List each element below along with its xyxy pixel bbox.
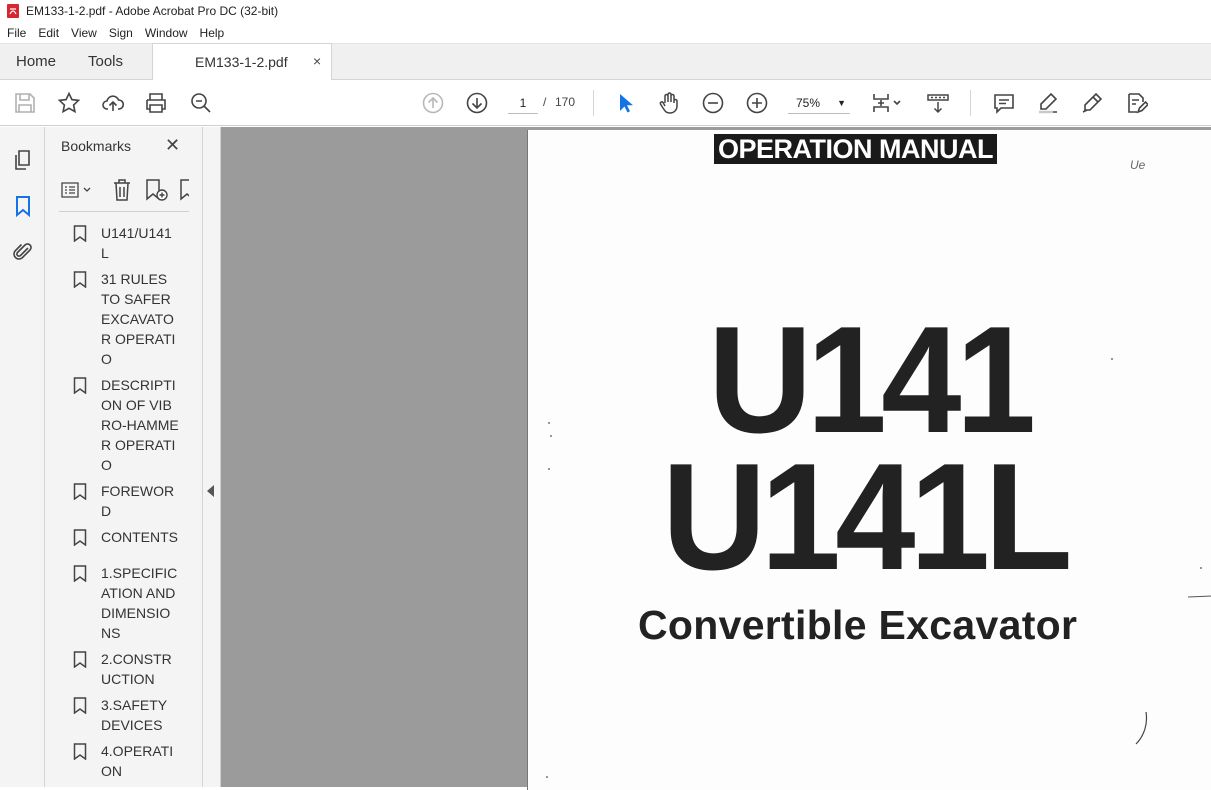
bookmark-item[interactable]: 1.SPECIFICATION AND DIMENSIONS xyxy=(73,563,181,643)
bookmark-label: 3.SAFETY DEVICES xyxy=(101,697,167,733)
bookmark-label: U141/U141L xyxy=(101,225,172,261)
print-icon[interactable] xyxy=(144,91,168,115)
zoom-select[interactable]: 75% ▼ xyxy=(788,92,850,114)
bookmark-ribbon-icon xyxy=(73,563,101,643)
scan-line-icon xyxy=(1188,595,1211,598)
delete-bookmark-icon[interactable] xyxy=(109,177,135,203)
bookmark-item[interactable]: 31 RULES TO SAFER EXCAVATOR OPERATIO xyxy=(73,269,181,369)
bookmarks-panel: Bookmarks ✕ U141/U141L 31 RULES TO SAFER… xyxy=(45,127,239,787)
bookmark-label: 2.CONSTRUCTION xyxy=(101,651,172,687)
fill-sign-icon[interactable] xyxy=(1124,91,1150,115)
menu-help[interactable]: Help xyxy=(199,26,226,40)
hand-tool-icon[interactable] xyxy=(657,91,681,115)
previous-page-icon[interactable] xyxy=(421,91,445,115)
select-cursor-icon[interactable] xyxy=(613,91,637,115)
collapse-arrow-icon xyxy=(207,485,214,497)
bookmark-options-icon[interactable] xyxy=(59,177,91,203)
bookmark-ribbon-icon xyxy=(73,269,101,369)
page-separator: / xyxy=(543,95,547,109)
bookmark-list: U141/U141L 31 RULES TO SAFER EXCAVATOR O… xyxy=(73,223,181,787)
tab-document[interactable]: EM133-1-2.pdf × xyxy=(152,43,332,80)
menu-edit[interactable]: Edit xyxy=(37,26,60,40)
page-thumbnails-icon[interactable] xyxy=(11,148,35,172)
scan-speck xyxy=(550,435,552,437)
bookmark-ribbon-icon xyxy=(73,481,101,521)
scan-speck xyxy=(548,422,550,424)
document-subtitle: Convertible Excavator xyxy=(638,602,1078,648)
new-bookmark-icon[interactable] xyxy=(143,177,169,203)
model-title-line-2: U141L xyxy=(662,432,1073,602)
bookmark-item[interactable]: FOREWORD xyxy=(73,481,181,521)
window-title: EM133-1-2.pdf - Adobe Acrobat Pro DC (32… xyxy=(26,4,279,18)
menu-view[interactable]: View xyxy=(70,26,98,40)
bookmark-ribbon-icon xyxy=(73,649,101,689)
document-canvas[interactable]: OPERATION MANUAL Ue U141 U141L Convertib… xyxy=(221,127,1211,790)
close-tab-icon[interactable]: × xyxy=(313,53,321,69)
bookmark-label: DESCRIPTION OF VIBRO-HAMMER OPERATIO xyxy=(101,377,179,473)
panel-collapse-handle[interactable] xyxy=(203,127,221,787)
bookmark-item[interactable]: 2.CONSTRUCTION xyxy=(73,649,181,689)
scroll-mode-icon[interactable] xyxy=(926,91,950,115)
tab-tools[interactable]: Tools xyxy=(88,53,123,70)
scan-speck xyxy=(1111,358,1113,360)
bookmark-ribbon-icon xyxy=(73,741,101,781)
fit-page-icon[interactable] xyxy=(870,91,906,115)
scan-speck xyxy=(548,468,550,470)
bookmark-item[interactable]: CONTENTS xyxy=(73,527,181,551)
bookmark-label: 1.SPECIFICATION AND DIMENSIONS xyxy=(101,565,178,641)
toolbar-divider xyxy=(970,90,971,116)
bookmark-toolbar xyxy=(59,177,189,205)
main-toolbar: 1 / 170 75% ▼ xyxy=(0,80,1211,126)
bookmark-item[interactable]: DESCRIPTION OF VIBRO-HAMMER OPERATIO xyxy=(73,375,181,475)
next-page-icon[interactable] xyxy=(465,91,489,115)
menu-window[interactable]: Window xyxy=(144,26,189,40)
page-count: 170 xyxy=(555,95,576,109)
current-page-input[interactable]: 1 xyxy=(508,92,538,114)
bookmark-label: 4.OPERATION xyxy=(101,743,174,779)
close-panel-icon[interactable]: ✕ xyxy=(165,135,180,156)
attachments-icon[interactable] xyxy=(11,240,35,264)
menu-file[interactable]: File xyxy=(6,26,27,40)
zoom-value: 75% xyxy=(796,96,821,110)
star-icon[interactable] xyxy=(57,91,81,115)
bookmark-ribbon-icon xyxy=(73,223,101,263)
tab-home[interactable]: Home xyxy=(16,53,56,70)
highlight-pen-icon[interactable] xyxy=(1036,91,1060,115)
bookmark-item[interactable]: 3.SAFETY DEVICES xyxy=(73,695,181,735)
expand-bookmark-icon[interactable] xyxy=(177,177,189,203)
header-banner: OPERATION MANUAL xyxy=(714,134,997,164)
zoom-out-icon[interactable] xyxy=(701,91,725,115)
scan-mark-icon xyxy=(1135,711,1148,745)
menu-sign[interactable]: Sign xyxy=(108,26,134,40)
comment-icon[interactable] xyxy=(992,91,1016,115)
handwritten-mark: Ue xyxy=(1130,158,1146,172)
pdf-page: OPERATION MANUAL Ue U141 U141L Convertib… xyxy=(527,130,1211,790)
title-bar: EM133-1-2.pdf - Adobe Acrobat Pro DC (32… xyxy=(0,0,1211,22)
chevron-down-icon: ▼ xyxy=(837,98,846,108)
bookmark-item[interactable]: 4.OPERATION xyxy=(73,741,181,781)
save-icon[interactable] xyxy=(13,91,37,115)
tab-document-label: EM133-1-2.pdf xyxy=(195,54,288,70)
bookmark-label: 31 RULES TO SAFER EXCAVATOR OPERATIO xyxy=(101,271,176,367)
menu-bar: File Edit View Sign Window Help xyxy=(0,22,1211,43)
acrobat-pdf-icon xyxy=(7,4,19,18)
navigation-rail xyxy=(0,127,45,787)
bookmark-label: FOREWORD xyxy=(101,483,175,519)
bookmarks-icon[interactable] xyxy=(11,194,35,218)
bookmark-ribbon-icon xyxy=(73,375,101,475)
bookmark-ribbon-icon xyxy=(73,527,101,551)
bookmark-ribbon-icon xyxy=(73,695,101,735)
cloud-upload-icon[interactable] xyxy=(101,91,125,115)
scan-speck xyxy=(546,776,548,778)
find-zoom-icon[interactable] xyxy=(189,91,213,115)
tab-bar: Home Tools EM133-1-2.pdf × xyxy=(0,43,1211,80)
toolbar-divider xyxy=(593,90,594,116)
bookmark-item[interactable]: U141/U141L xyxy=(73,223,181,263)
draw-pencil-icon[interactable] xyxy=(1080,91,1104,115)
bookmark-label: CONTENTS xyxy=(101,529,178,545)
panel-divider xyxy=(59,211,189,212)
zoom-in-icon[interactable] xyxy=(745,91,769,115)
panel-title: Bookmarks xyxy=(61,138,132,154)
scan-speck xyxy=(1200,567,1202,569)
